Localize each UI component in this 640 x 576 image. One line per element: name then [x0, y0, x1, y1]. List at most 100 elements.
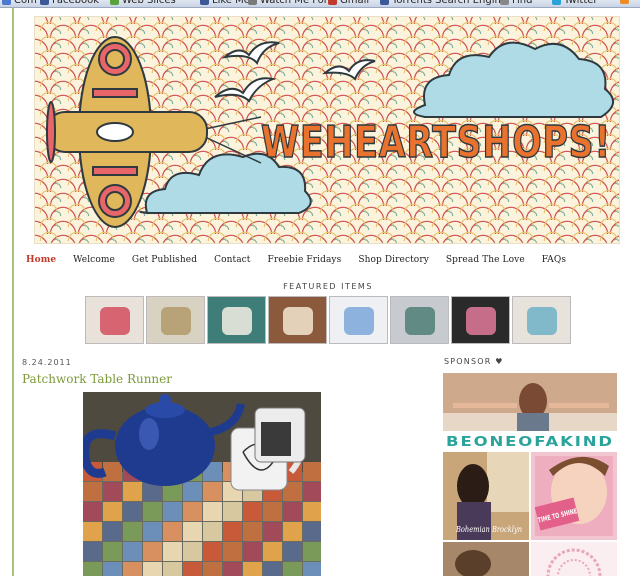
- bookmark-7[interactable]: Find: [500, 0, 533, 6]
- featured-thumb-cloud-tee[interactable]: [329, 296, 388, 344]
- featured-thumb-item: [222, 307, 252, 335]
- sponsor-title: SPONSOR ♥: [444, 357, 504, 366]
- patchwork-square: [83, 502, 102, 521]
- patchwork-square: [203, 562, 222, 576]
- patchwork-square: [183, 502, 202, 521]
- featured-thumb-item: [405, 307, 435, 335]
- bookmark-1[interactable]: Facebook: [40, 0, 99, 6]
- bookmark-0[interactable]: Com: [2, 0, 37, 6]
- featured-thumb-item: [283, 307, 313, 335]
- bookmark-label: Watch Me Form: [260, 0, 338, 6]
- patchwork-square: [223, 542, 242, 561]
- featured-thumb-heart-frames[interactable]: [451, 296, 510, 344]
- header-banner[interactable]: WEHEARTSHOPS!: [34, 16, 620, 244]
- bird-icon: [552, 0, 561, 5]
- patchwork-square: [143, 522, 162, 541]
- nav-shop-directory[interactable]: Shop Directory: [358, 255, 429, 265]
- patchwork-square: [223, 522, 242, 541]
- patchwork-square: [263, 562, 282, 576]
- banner-illustration: WEHEARTSHOPS!: [46, 36, 614, 228]
- bookmark-5[interactable]: Gmail: [328, 0, 369, 6]
- patchwork-square: [223, 562, 242, 576]
- featured-thumb-fabric-pouch[interactable]: [85, 296, 144, 344]
- post-photo[interactable]: [83, 392, 321, 576]
- bookmarks-bar: Com Facebook Web Slices Like Me Watch Me For…: [0, 0, 640, 8]
- patchwork-square: [183, 542, 202, 561]
- patchwork-square: [203, 482, 222, 501]
- bookmark-label: Com: [14, 0, 37, 6]
- sponsor-ad-photo[interactable]: [443, 542, 529, 576]
- webslice-icon: [110, 0, 119, 5]
- patchwork-square: [103, 522, 122, 541]
- sponsor-ad-beoneofakind[interactable]: BEONEOFAKIND: [443, 373, 617, 450]
- nav-spread-the-love[interactable]: Spread The Love: [446, 255, 525, 265]
- patchwork-square: [303, 502, 321, 521]
- patchwork-square: [263, 522, 282, 541]
- sponsor-photo-image: [443, 542, 529, 576]
- nav-welcome[interactable]: Welcome: [73, 255, 115, 265]
- featured-items-title: FEATURED ITEMS: [283, 282, 373, 291]
- facebook-icon: [40, 0, 49, 5]
- patchwork-square: [103, 562, 122, 576]
- bookmark-label: Find: [512, 0, 533, 6]
- patchwork-square: [283, 522, 302, 541]
- patchwork-square: [303, 542, 321, 561]
- beoneofakind-ad-image: BEONEOFAKIND: [443, 373, 617, 450]
- patchwork-square: [183, 562, 202, 576]
- bookmark-8[interactable]: Twitter: [552, 0, 598, 6]
- featured-thumb-item: [466, 307, 496, 335]
- featured-thumb-item: [100, 307, 130, 335]
- featured-thumb-teal-card[interactable]: [207, 296, 266, 344]
- bookmark-3[interactable]: Like Me: [200, 0, 250, 6]
- patchwork-square: [123, 482, 142, 501]
- patchwork-square: [243, 542, 262, 561]
- patchwork-square: [243, 522, 262, 541]
- bookmark-label: Torrents Search Engine: [392, 0, 507, 6]
- patchwork-square: [83, 522, 102, 541]
- featured-thumb-item: [161, 307, 191, 335]
- sponsor-ad-doily[interactable]: [531, 542, 617, 576]
- main-nav: Home Welcome Get Published Contact Freebie F…: [26, 252, 626, 268]
- featured-thumb-bangles[interactable]: [390, 296, 449, 344]
- patchwork-square: [143, 542, 162, 561]
- featured-thumb-gift-tags[interactable]: [146, 296, 205, 344]
- patchwork-square: [203, 502, 222, 521]
- featured-thumb-item: [344, 307, 374, 335]
- patchwork-square: [263, 502, 282, 521]
- page-icon: [200, 0, 209, 5]
- patchwork-square: [123, 502, 142, 521]
- mail-icon: [328, 0, 337, 5]
- featured-thumb-item: [527, 307, 557, 335]
- bookmark-6[interactable]: Torrents Search Engine: [380, 0, 507, 6]
- patchwork-square: [83, 542, 102, 561]
- bohemian-ad-label: Bohemian Brocklyn: [455, 525, 522, 534]
- patchwork-square: [123, 542, 142, 561]
- bookmark-2[interactable]: Web Slices: [110, 0, 176, 6]
- post-title-link[interactable]: Patchwork Table Runner: [22, 372, 172, 386]
- sponsor-ad-bohemian[interactable]: Bohemian Brocklyn: [443, 452, 529, 540]
- featured-thumb-rosette-pin[interactable]: [512, 296, 571, 344]
- nav-faqs[interactable]: FAQs: [542, 255, 566, 265]
- nav-freebie-fridays[interactable]: Freebie Fridays: [268, 255, 342, 265]
- bookmark-9[interactable]: [620, 0, 632, 4]
- bookmark-4[interactable]: Watch Me Form: [248, 0, 337, 6]
- patchwork-square: [163, 562, 182, 576]
- bookmark-label: Twitter: [564, 0, 598, 6]
- doily-image: [531, 542, 617, 576]
- sponsor-ad-time-to-shine[interactable]: TIME TO SHINE: [531, 452, 617, 540]
- nav-contact[interactable]: Contact: [214, 255, 250, 265]
- nav-get-published[interactable]: Get Published: [132, 255, 197, 265]
- patchwork-square: [283, 562, 302, 576]
- beoneofakind-ad-label: BEONEOFAKIND: [446, 435, 614, 450]
- patchwork-square: [223, 502, 242, 521]
- mug-icon: [254, 407, 306, 463]
- patchwork-square: [143, 562, 162, 576]
- patchwork-square: [103, 462, 122, 481]
- globe-icon: [2, 0, 11, 5]
- patchwork-square: [283, 502, 302, 521]
- patchwork-square: [123, 562, 142, 576]
- nav-home[interactable]: Home: [26, 255, 56, 265]
- featured-thumb-jar-label[interactable]: [268, 296, 327, 344]
- patchwork-square: [123, 522, 142, 541]
- patchwork-square: [103, 482, 122, 501]
